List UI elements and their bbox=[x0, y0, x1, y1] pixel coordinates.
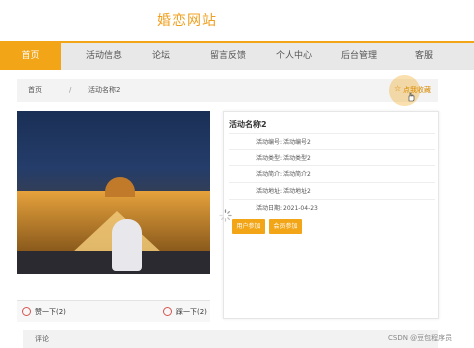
smile-icon bbox=[22, 307, 31, 316]
activity-title: 活动名称2 bbox=[229, 120, 267, 129]
detail-key: 活动地址: bbox=[255, 188, 282, 195]
nav-item-customer-service[interactable]: 客服 bbox=[405, 43, 443, 70]
user-join-button[interactable]: 用户参加 bbox=[232, 219, 265, 234]
hand-cursor-icon bbox=[408, 92, 415, 102]
detail-row: 活动地址: 活动地址2 bbox=[229, 182, 435, 199]
nav-item-personal-center[interactable]: 个人中心 bbox=[263, 43, 325, 70]
nav-item-home[interactable]: 首页 bbox=[0, 43, 61, 70]
detail-row: 活动简介: 活动简介2 bbox=[229, 165, 435, 182]
watermark: CSDN @豆包程序员 bbox=[388, 334, 453, 342]
breadcrumb-home[interactable]: 首页 bbox=[28, 79, 42, 102]
detail-value: 活动地址2 bbox=[283, 188, 311, 195]
frown-icon bbox=[163, 307, 172, 316]
detail-key: 活动简介: bbox=[255, 171, 282, 178]
like-bar: 赞一下(2) 踩一下(2) bbox=[17, 300, 210, 322]
detail-key: 活动日期: bbox=[255, 205, 282, 212]
detail-row: 活动类型: 活动类型2 bbox=[229, 149, 435, 166]
star-icon: ☆ bbox=[394, 84, 402, 93]
comment-section: 评论 bbox=[23, 330, 438, 348]
like-button[interactable]: 赞一下(2) bbox=[35, 301, 66, 323]
breadcrumb-current: 活动名称2 bbox=[88, 86, 121, 94]
breadcrumb-separator: / bbox=[69, 86, 72, 94]
detail-row: 活动日期: 2021-04-23 bbox=[229, 199, 435, 216]
site-title: 婚恋网站 bbox=[157, 13, 217, 29]
site-header: 婚恋网站 bbox=[0, 8, 474, 32]
detail-row: 活动编号: 活动编号2 bbox=[229, 133, 435, 150]
loading-spinner-icon bbox=[219, 209, 232, 222]
nav-item-forum[interactable]: 论坛 bbox=[142, 43, 180, 70]
detail-value: 2021-04-23 bbox=[283, 205, 318, 212]
detail-value: 活动简介2 bbox=[283, 171, 311, 178]
nav-item-admin[interactable]: 后台管理 bbox=[328, 43, 390, 70]
photo-dome bbox=[105, 177, 135, 197]
photo-bride bbox=[112, 219, 142, 271]
activity-photo bbox=[17, 111, 210, 274]
main-nav: 首页 活动信息 论坛 留言反馈 个人中心 后台管理 客服 bbox=[0, 41, 474, 70]
dislike-button[interactable]: 踩一下(2) bbox=[176, 301, 207, 323]
nav-item-activities[interactable]: 活动信息 bbox=[66, 43, 142, 70]
breadcrumb: 首页 / 活动名称2 bbox=[17, 79, 438, 102]
comment-label: 评论 bbox=[35, 335, 49, 343]
member-join-button[interactable]: 会员参加 bbox=[269, 219, 302, 234]
nav-item-feedback[interactable]: 留言反馈 bbox=[197, 43, 259, 70]
